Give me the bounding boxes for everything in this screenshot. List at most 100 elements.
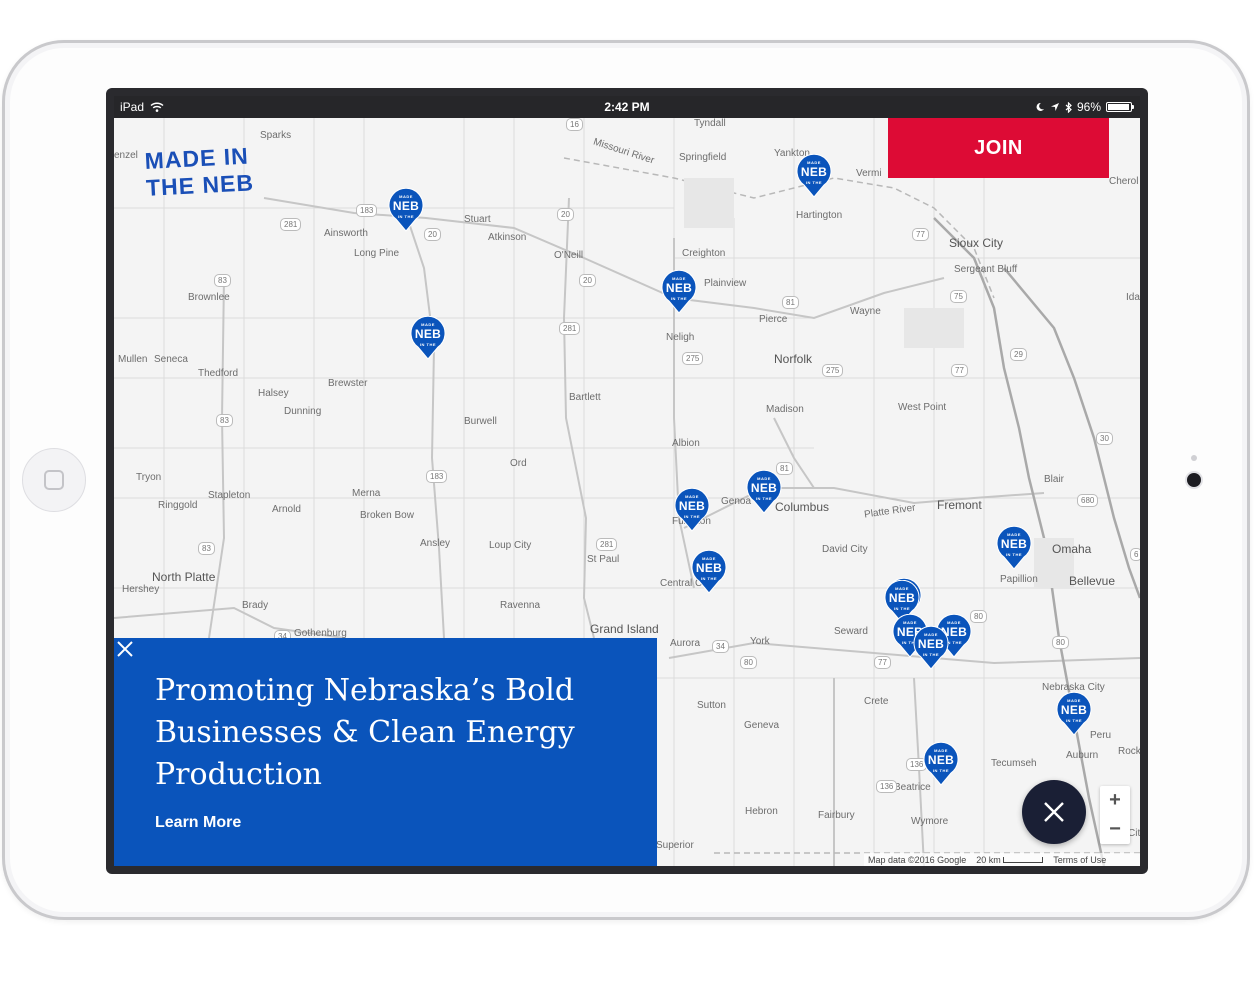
learn-more-link[interactable]: Learn More (155, 814, 241, 832)
close-icon[interactable] (114, 638, 136, 660)
neb-map-pin[interactable]: MADENEBIN THE (923, 742, 959, 786)
place-label: Brady (242, 600, 269, 611)
highway-shield: 281 (559, 322, 581, 335)
place-label: Omaha (1052, 542, 1092, 556)
place-label: Ansley (420, 538, 451, 549)
neb-map-pin[interactable]: MADENEBIN THE (746, 470, 782, 514)
highway-shield: 281 (596, 538, 618, 551)
terms-link[interactable]: Terms of Use (1053, 855, 1106, 865)
place-label: Madison (766, 404, 804, 415)
home-button[interactable] (22, 448, 86, 512)
pin-label-main: NEB (695, 561, 723, 575)
highway-shield: 20 (557, 208, 574, 221)
place-label: Aurora (670, 638, 701, 649)
place-label: O'Neill (554, 250, 584, 261)
place-label: Cherol (1109, 176, 1139, 187)
join-button[interactable]: JOIN (888, 118, 1109, 178)
place-label: Sergeant Bluff (954, 264, 1018, 275)
highway-shield: 77 (874, 656, 891, 669)
neb-map-pin[interactable]: MADENEBIN THE (996, 526, 1032, 570)
neb-map-pin[interactable]: MADENEBIN THE (410, 316, 446, 360)
highway-shield: 183 (426, 470, 448, 483)
place-label: Ringgold (158, 500, 198, 511)
brand-logo[interactable]: MADE IN THE NEB (144, 142, 255, 202)
place-label: Stuart (464, 214, 491, 225)
zoom-control: + − (1100, 786, 1130, 844)
pin-label-bottom: IN THE (755, 496, 773, 501)
place-label: enzel (114, 150, 138, 161)
highway-shield: 30 (1096, 432, 1113, 445)
pin-label-bottom: IN THE (805, 180, 823, 185)
highway-shield: 83 (198, 542, 215, 555)
highway-shield: 80 (970, 610, 987, 623)
place-label: Bartlett (569, 392, 601, 403)
place-label: Papillion (1000, 574, 1038, 585)
pin-label-bottom: IN THE (932, 768, 950, 773)
neb-map-pin[interactable]: MADENEBIN THE (796, 154, 832, 198)
highway-shield: 275 (822, 364, 844, 377)
highway-shield: 20 (424, 228, 441, 241)
highway-shield: 16 (566, 118, 583, 131)
status-bar: iPad 2:42 PM 96% (114, 96, 1140, 118)
neb-map-pin[interactable]: MADENEBIN THE (691, 550, 727, 594)
pin-label-main: NEB (665, 281, 693, 295)
place-label: Geneva (744, 720, 780, 731)
place-label: Blair (1044, 474, 1065, 485)
place-label: Albion (672, 438, 700, 449)
place-label: Mullen (118, 354, 148, 365)
place-label: Rock (1118, 746, 1140, 757)
zoom-out-button[interactable]: − (1100, 815, 1130, 844)
pin-label-bottom: IN THE (397, 214, 415, 219)
pin-label-main: NEB (800, 165, 828, 179)
map-view[interactable]: Sparks Tyndall Yankton Springfield Vermi… (114, 118, 1140, 866)
place-label: Superior (656, 840, 694, 851)
place-label: Grand Island (590, 622, 659, 636)
neb-map-pin[interactable]: MADENEBIN THE (661, 270, 697, 314)
highway-shield: 75 (950, 290, 967, 303)
highway-shield: 80 (740, 656, 757, 669)
pin-label-bottom: IN THE (893, 606, 911, 611)
close-fab-button[interactable] (1022, 780, 1086, 844)
moon-icon (1036, 102, 1044, 111)
place-label: Sutton (697, 700, 726, 711)
place-label: York (750, 636, 770, 647)
place-label: Hershey (122, 584, 160, 595)
place-label: St Paul (587, 554, 620, 565)
pin-label-bottom: IN THE (670, 296, 688, 301)
highway-shield: 183 (356, 204, 378, 217)
place-label: Norfolk (774, 352, 813, 366)
zoom-in-button[interactable]: + (1100, 786, 1130, 815)
place-label: Arnold (272, 504, 301, 515)
place-label: Dunning (284, 406, 322, 417)
place-label: Fremont (937, 498, 982, 512)
highway-shield: 6 (1130, 548, 1140, 561)
highway-shield: 83 (216, 414, 233, 427)
place-label: Bellevue (1069, 574, 1116, 588)
neb-map-pin[interactable]: MADENEBIN THE (1056, 692, 1092, 736)
place-label: Pierce (759, 314, 788, 325)
place-label: Creighton (682, 248, 726, 259)
front-camera (1187, 473, 1201, 487)
place-label: Burwell (464, 416, 497, 427)
place-label: Sioux City (949, 236, 1004, 250)
place-label: Columbus (775, 500, 830, 514)
pin-label-main: NEB (917, 637, 945, 651)
place-label: Tecumseh (991, 758, 1037, 769)
pin-label-bottom: IN THE (1005, 552, 1023, 557)
place-label: Merna (352, 488, 381, 499)
bluetooth-icon (1065, 101, 1072, 113)
neb-map-pin[interactable]: MADENEBIN THE (913, 626, 949, 670)
place-label: Tryon (136, 472, 162, 483)
neb-map-pin[interactable]: MADENEBIN THE (388, 188, 424, 232)
pin-label-bottom: IN THE (683, 514, 701, 519)
screen: iPad 2:42 PM 96% Sparks Tyndall Yankton … (114, 96, 1140, 866)
place-label: Ainsworth (324, 228, 368, 239)
highway-shield: 20 (579, 274, 596, 287)
place-label: Stapleton (208, 490, 251, 501)
pin-label-main: NEB (888, 591, 916, 605)
place-label: Thedford (198, 368, 239, 379)
place-label: Crete (864, 696, 889, 707)
neb-map-pin[interactable]: MADENEBIN THE (674, 488, 710, 532)
battery-percent: 96% (1076, 100, 1101, 114)
pin-label-bottom: IN THE (1065, 718, 1083, 723)
